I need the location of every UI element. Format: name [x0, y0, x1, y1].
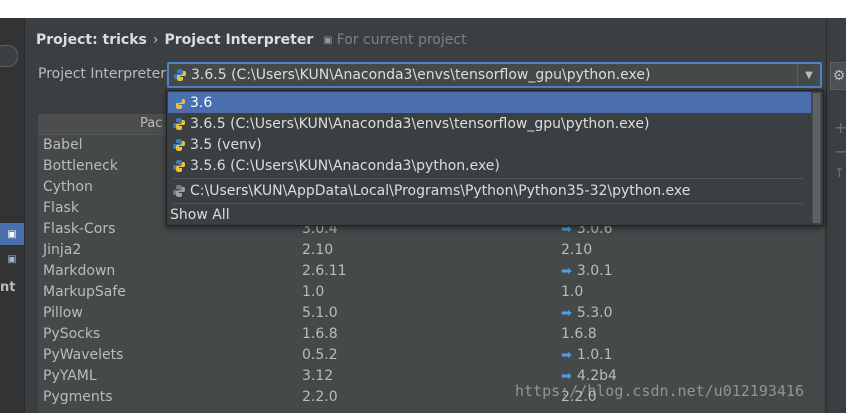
package-version: 2.6.11 [302, 263, 347, 279]
package-latest-text: 2.10 [561, 242, 593, 258]
breadcrumb: Project: tricks › Project Interpreter ▣ … [36, 30, 467, 50]
dropdown-separator [173, 178, 803, 179]
gear-icon[interactable]: ⚙ [830, 62, 846, 90]
watermark: https://blog.csdn.net/u012193416 [515, 382, 804, 400]
scope-label: For current project [336, 32, 467, 48]
python-icon [173, 159, 185, 172]
package-name: Bottleneck [43, 158, 118, 174]
interpreter-selected-text: 3.6.5 (C:\Users\KUN\Anaconda3\envs\tenso… [191, 67, 651, 83]
upgrade-arrow-icon[interactable]: ➡ [561, 264, 572, 279]
upgrade-package-icon[interactable]: ↑ [834, 166, 845, 181]
chevron-down-icon[interactable]: ▼ [797, 64, 820, 86]
column-header-package[interactable]: Pac [140, 116, 162, 131]
table-row[interactable]: PySocks 1.6.8 1.6.8 [38, 324, 824, 345]
package-latest-text: 5.3.0 [576, 305, 613, 321]
breadcrumb-separator: › [152, 32, 159, 48]
upgrade-arrow-icon[interactable]: ➡ [561, 348, 572, 363]
package-version: 2.10 [302, 242, 334, 258]
package-name: PyYAML [43, 368, 97, 384]
interpreter-dropdown-list[interactable]: 3.6 3.6.5 (C:\Users\KUN\Anaconda3\envs\t… [166, 90, 824, 226]
left-search-field[interactable] [0, 45, 18, 67]
table-row[interactable]: MarkupSafe 1.0 1.0 [38, 282, 824, 303]
package-name: Cython [43, 179, 93, 195]
package-version: 1.0 [302, 284, 325, 300]
copy-icon: ▣ [323, 34, 333, 46]
dropdown-scrollbar[interactable] [812, 93, 821, 223]
package-name: PyWavelets [43, 347, 124, 363]
settings-left-panel: ▣ ▣ [0, 18, 25, 413]
left-panel-partial-label: nt [0, 280, 16, 295]
upgrade-arrow-icon[interactable]: ➡ [561, 306, 572, 321]
table-row[interactable]: Jinja2 2.10 2.10 [38, 240, 824, 261]
dropdown-item-label: 3.5.6 (C:\Users\KUN\Anaconda3\python.exe… [190, 157, 500, 174]
package-latest-text: 1.0.1 [576, 347, 613, 363]
package-version: 5.1.0 [302, 305, 338, 321]
package-name: PySocks [43, 326, 101, 342]
table-row[interactable]: Markdown 2.6.11 ➡ 3.0.1 [38, 261, 824, 282]
package-name: Flask [43, 200, 79, 216]
package-latest-text: 1.6.8 [561, 326, 597, 342]
interpreter-label: Project Interpreter: [38, 66, 171, 82]
dropdown-item[interactable]: 3.6 [168, 92, 811, 113]
dropdown-item-label: 3.6.5 (C:\Users\KUN\Anaconda3\envs\tenso… [190, 115, 650, 132]
table-row[interactable]: PyWavelets 0.5.2 ➡ 1.0.1 [38, 345, 824, 366]
package-latest: ➡ 5.3.0 [561, 305, 613, 321]
interpreter-combobox[interactable]: 3.6.5 (C:\Users\KUN\Anaconda3\envs\tenso… [167, 62, 822, 88]
table-row[interactable]: Pillow 5.1.0 ➡ 5.3.0 [38, 303, 824, 324]
package-latest: 1.6.8 [561, 326, 597, 342]
package-name: Pillow [43, 305, 83, 321]
package-version: 3.12 [302, 368, 334, 384]
package-latest: ➡ 1.0.1 [561, 347, 613, 363]
dropdown-item[interactable]: 3.5.6 (C:\Users\KUN\Anaconda3\python.exe… [168, 155, 811, 176]
python-icon [173, 184, 185, 197]
python-icon [173, 117, 185, 130]
package-latest-text: 1.0 [561, 284, 584, 300]
python-icon [174, 69, 186, 81]
package-latest-text: 3.0.1 [576, 263, 613, 279]
package-version: 1.6.8 [302, 326, 338, 342]
dropdown-scrollbar-thumb[interactable] [813, 93, 820, 223]
copy-icon[interactable]: ▣ [0, 248, 24, 270]
package-name: Pygments [43, 389, 113, 405]
package-latest: 2.10 [561, 242, 592, 258]
dropdown-item[interactable]: 3.5 (venv) [168, 134, 811, 155]
page-title: Project Interpreter [164, 32, 314, 48]
breadcrumb-project[interactable]: Project: tricks [36, 32, 147, 48]
package-name: MarkupSafe [43, 284, 126, 300]
dropdown-item-label: C:\Users\KUN\AppData\Local\Programs\Pyth… [190, 182, 691, 199]
python-icon [173, 96, 185, 109]
package-name: Babel [43, 137, 83, 153]
show-all-item[interactable]: Show All [168, 204, 811, 225]
python-icon [173, 138, 185, 151]
package-name: Markdown [43, 263, 116, 279]
remove-package-icon[interactable]: − [834, 142, 846, 161]
package-name: Jinja2 [43, 242, 82, 258]
dropdown-item-label: 3.5 (venv) [190, 136, 262, 153]
dropdown-item[interactable]: C:\Users\KUN\AppData\Local\Programs\Pyth… [168, 180, 811, 201]
package-version: 0.5.2 [302, 347, 338, 363]
add-package-icon[interactable]: + [834, 118, 846, 137]
interpreter-selected[interactable]: 3.6.5 (C:\Users\KUN\Anaconda3\envs\tenso… [169, 67, 797, 83]
package-latest: ➡ 3.0.1 [561, 263, 613, 279]
package-version: 2.2.0 [302, 389, 338, 405]
package-name: Flask-Cors [43, 221, 116, 237]
top-window-strip [0, 0, 846, 18]
dropdown-item[interactable]: 3.6.5 (C:\Users\KUN\Anaconda3\envs\tenso… [168, 113, 811, 134]
dropdown-item-label: 3.6 [190, 94, 213, 111]
package-latest: 1.0 [561, 284, 583, 300]
copy-icon[interactable]: ▣ [0, 223, 24, 245]
